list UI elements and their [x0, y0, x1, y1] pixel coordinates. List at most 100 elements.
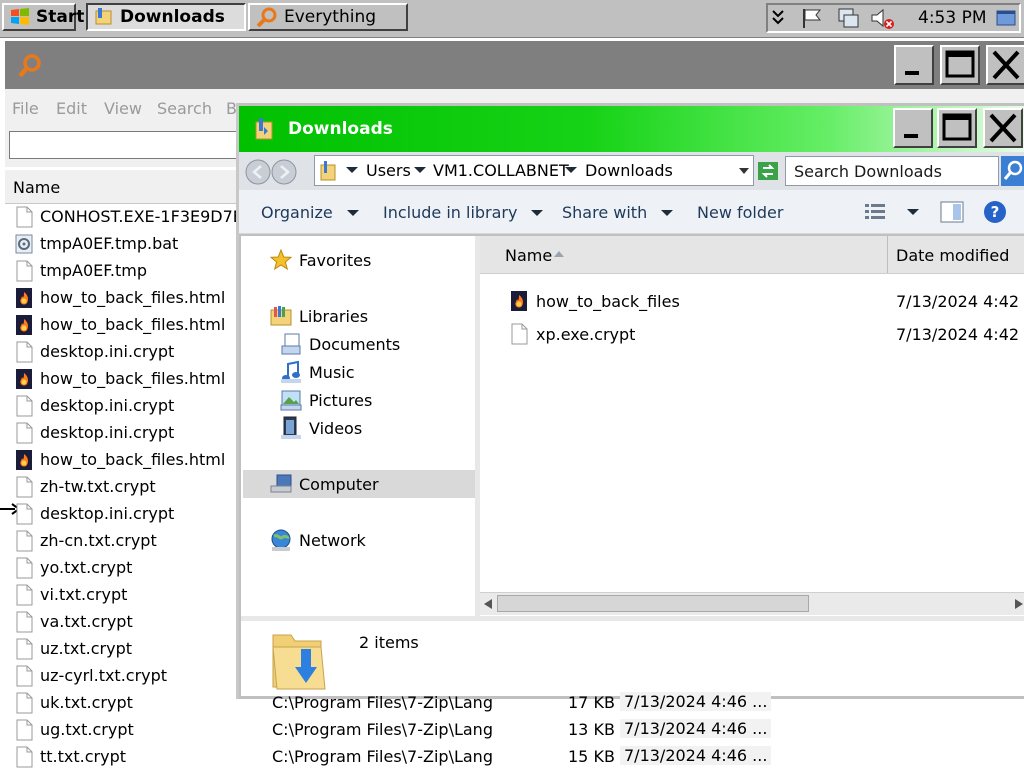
result-row[interactable]: desktop.ini.crypt	[14, 419, 174, 446]
breadcrumb-downloads[interactable]: Downloads	[585, 161, 673, 180]
taskbar-task-everything[interactable]: Everything	[248, 3, 408, 31]
downloads-folder-icon	[269, 625, 329, 693]
column-header-date-modified[interactable]: Date modified	[888, 236, 1024, 273]
volume-muted-icon[interactable]	[870, 7, 896, 31]
search-icon[interactable]	[1001, 156, 1024, 186]
result-row[interactable]: desktop.ini.crypt	[14, 500, 174, 527]
search-input[interactable]: Search Downloads	[785, 156, 999, 186]
file-icon	[14, 206, 34, 228]
close-icon	[989, 113, 1017, 143]
breadcrumb[interactable]: Users VM1.COLLABNET Downloads	[314, 155, 754, 186]
result-row[interactable]: va.txt.crypt	[14, 608, 133, 635]
result-date: 7/13/2024 4:46 ...	[620, 719, 772, 738]
everything-search-input[interactable]	[9, 131, 249, 159]
nav-favorites[interactable]: Favorites	[269, 248, 371, 272]
help-icon[interactable]: ?	[983, 200, 1007, 224]
explorer-maximize-button[interactable]	[937, 108, 977, 148]
include-in-library-button[interactable]: Include in library	[383, 203, 544, 222]
result-date: 7/13/2024 4:46 ...	[620, 692, 772, 711]
nav-computer[interactable]: Computer	[269, 472, 379, 496]
organize-button[interactable]: Organize	[261, 203, 359, 222]
everything-column-header[interactable]: Name	[5, 170, 265, 204]
share-with-button[interactable]: Share with	[562, 203, 674, 222]
chevron-down-icon[interactable]	[565, 167, 577, 173]
nav-videos[interactable]: Videos	[279, 416, 362, 440]
clock[interactable]: 4:53 PM	[918, 8, 987, 28]
result-name: desktop.ini.crypt	[40, 423, 175, 442]
file-icon	[14, 638, 34, 660]
nav-pictures[interactable]: Pictures	[279, 388, 372, 412]
chevron-down-icon[interactable]	[346, 167, 358, 173]
network-icon[interactable]	[836, 7, 860, 29]
result-row[interactable]: tmpA0EF.tmp.bat	[14, 230, 178, 257]
result-name: desktop.ini.crypt	[40, 504, 175, 523]
explorer-address-row: Users VM1.COLLABNET Downloads Search Dow…	[239, 152, 1024, 190]
forward-button[interactable]	[270, 158, 298, 186]
menu-file[interactable]: File	[12, 99, 39, 118]
svg-text:?: ?	[991, 203, 1000, 221]
everything-maximize-button[interactable]	[940, 45, 980, 85]
result-name: desktop.ini.crypt	[40, 396, 175, 415]
file-icon	[14, 422, 34, 444]
result-row[interactable]: desktop.ini.crypt	[14, 338, 174, 365]
scroll-left-icon[interactable]	[484, 599, 492, 609]
show-desktop-icon[interactable]	[996, 9, 1016, 27]
menu-search[interactable]: Search	[157, 99, 212, 118]
file-icon	[14, 476, 34, 498]
nav-libraries[interactable]: Libraries	[269, 304, 368, 328]
new-folder-button[interactable]: New folder	[697, 203, 783, 222]
result-row[interactable]: uz.txt.crypt	[14, 635, 132, 662]
result-row[interactable]: ug.txt.crypt	[14, 716, 134, 743]
view-options-dropdown-icon[interactable]	[907, 209, 919, 215]
change-view-icon[interactable]	[864, 202, 886, 222]
result-row[interactable]: tmpA0EF.tmp	[14, 257, 147, 284]
column-name[interactable]: Name	[13, 178, 60, 197]
result-row[interactable]: uz-cyrl.txt.crypt	[14, 662, 167, 689]
scrollbar-thumb[interactable]	[497, 595, 809, 612]
result-row[interactable]: uk.txt.crypt	[14, 689, 133, 716]
everything-title-bar[interactable]	[5, 41, 1024, 89]
result-row[interactable]: how_to_back_files.html	[14, 365, 225, 392]
result-row[interactable]: how_to_back_files.html	[14, 284, 225, 311]
nav-label: Computer	[299, 474, 379, 494]
result-row[interactable]: yo.txt.crypt	[14, 554, 132, 581]
nav-documents[interactable]: Documents	[279, 332, 400, 356]
breadcrumb-users[interactable]: Users	[366, 161, 411, 180]
explorer-minimize-button[interactable]	[893, 108, 933, 148]
flag-icon[interactable]	[800, 7, 824, 29]
result-name: ug.txt.crypt	[40, 720, 134, 739]
explorer-title-bar[interactable]: Downloads	[239, 106, 1024, 152]
chevron-down-icon[interactable]	[414, 167, 426, 173]
taskbar-task-downloads[interactable]: Downloads	[86, 3, 246, 31]
back-button[interactable]	[244, 158, 272, 186]
everything-minimize-button[interactable]	[894, 45, 934, 85]
nav-music[interactable]: Music	[279, 360, 355, 384]
result-row[interactable]: desktop.ini.crypt	[14, 392, 174, 419]
result-row[interactable]: vi.txt.crypt	[14, 581, 127, 608]
breadcrumb-user[interactable]: VM1.COLLABNET	[433, 161, 569, 180]
result-row[interactable]: tt.txt.crypt	[14, 743, 126, 770]
address-history-dropdown-icon[interactable]	[739, 168, 749, 174]
task-label: Everything	[284, 7, 377, 27]
menu-edit[interactable]: Edit	[56, 99, 87, 118]
everything-close-button[interactable]	[986, 45, 1024, 85]
html-icon	[14, 287, 34, 309]
nav-label: Music	[309, 362, 355, 382]
horizontal-scrollbar[interactable]	[480, 592, 1024, 615]
result-row[interactable]: zh-cn.txt.crypt	[14, 527, 157, 554]
result-row[interactable]: CONHOST.EXE-1F3E9D7E	[14, 203, 243, 230]
preview-pane-icon[interactable]	[940, 201, 964, 223]
column-header-name[interactable]: Name	[480, 236, 888, 273]
start-button[interactable]: Start	[2, 3, 84, 31]
show-hidden-icons-icon[interactable]	[771, 9, 785, 27]
explorer-close-button[interactable]	[983, 108, 1023, 148]
result-row[interactable]: how_to_back_files.html	[14, 311, 225, 338]
file-row[interactable]: how_to_back_files 7/13/2024 4:42 P	[480, 288, 1024, 316]
result-row[interactable]: how_to_back_files.html	[14, 446, 225, 473]
menu-view[interactable]: View	[104, 99, 142, 118]
refresh-icon[interactable]	[758, 162, 778, 180]
scroll-right-icon[interactable]	[1015, 599, 1023, 609]
nav-network[interactable]: Network	[269, 528, 366, 552]
file-row[interactable]: xp.exe.crypt 7/13/2024 4:42 P	[480, 321, 1024, 349]
result-row[interactable]: zh-tw.txt.crypt	[14, 473, 156, 500]
